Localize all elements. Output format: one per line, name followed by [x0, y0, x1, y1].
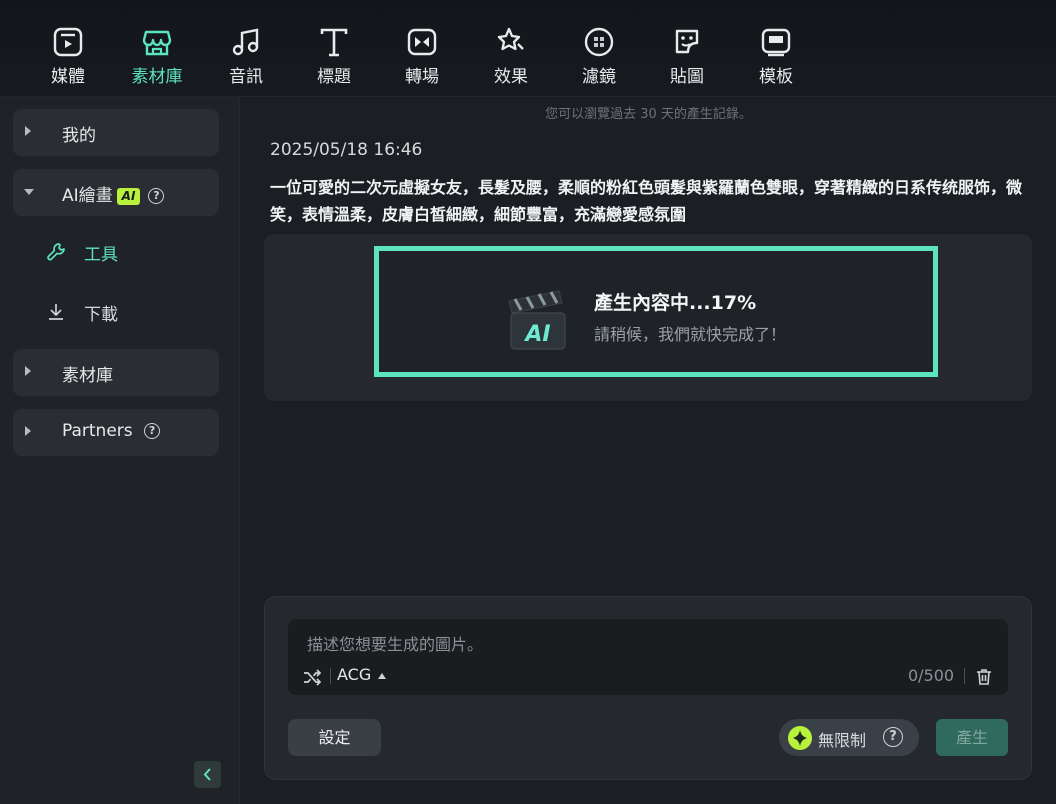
sidebar-item-label: 工具	[84, 244, 118, 265]
separator	[330, 668, 331, 684]
media-icon	[53, 27, 83, 57]
generation-prompt: 一位可愛的二次元虛擬女友，長髮及腰，柔順的粉紅色頭髮與紫羅蘭色雙眼，穿著精緻的日…	[270, 178, 1023, 224]
tab-store-label: 素材庫	[131, 67, 183, 87]
download-icon	[49, 304, 63, 320]
sidebar-item-label: AI繪畫	[62, 186, 113, 206]
trash-icon[interactable]	[974, 667, 994, 687]
sticker-icon	[675, 29, 699, 54]
prompt-placeholder: 描述您想要生成的圖片。	[307, 635, 484, 654]
sidebar-item-ai-paint[interactable]: AI繪畫 AI?	[13, 169, 219, 216]
tab-filter-label: 濾鏡	[582, 67, 616, 87]
music-icon	[232, 28, 259, 56]
unlimited-label: 無限制	[818, 731, 867, 750]
sidebar-item-tools[interactable]: 工具	[46, 237, 118, 267]
sidebar: 我的 AI繪畫 AI? 工具 下載 素材庫 Partners ?	[0, 97, 240, 804]
wrench-icon	[47, 243, 65, 261]
effects-icon	[497, 27, 524, 51]
prompt-input-panel: 描述您想要生成的圖片。 ACG 0/500 設定 無限制 ? 產生	[264, 596, 1032, 780]
top-toolbar: 媒體 素材庫 音訊 標題 轉場 效果 濾鏡 貼圖 模板	[0, 0, 1056, 97]
sidebar-item-label: 素材庫	[62, 366, 113, 386]
collapse-sidebar-button[interactable]	[194, 761, 221, 788]
help-icon[interactable]: ?	[883, 727, 903, 747]
caret-down-icon	[24, 189, 34, 195]
clapper-ai-text: AI	[523, 322, 550, 347]
tab-template[interactable]: 模板	[736, 26, 816, 90]
sidebar-item-download[interactable]: 下載	[46, 297, 118, 327]
unlimited-button[interactable]: 無限制 ?	[779, 719, 919, 756]
caret-right-icon	[25, 366, 31, 376]
progress-subtitle: 請稍候，我們就快完成了！	[594, 325, 787, 344]
generate-button[interactable]: 產生	[936, 719, 1008, 756]
tab-sticker[interactable]: 貼圖	[647, 26, 727, 90]
style-dropdown[interactable]: ACG	[337, 665, 387, 684]
chevron-left-icon	[203, 768, 211, 781]
help-icon[interactable]: ?	[148, 188, 165, 204]
help-icon[interactable]: ?	[144, 423, 161, 439]
tab-effects[interactable]: 效果	[471, 26, 551, 90]
generation-progress-box: AI 產生內容中...17% 請稍候，我們就快完成了！	[374, 246, 938, 377]
sidebar-item-label: 我的	[62, 126, 96, 146]
title-icon	[320, 28, 348, 57]
main-content: 您可以瀏覽過去 30 天的產生記錄。 2025/05/18 16:46 一位可愛…	[241, 97, 1056, 804]
sidebar-item-label: 下載	[84, 304, 118, 325]
tab-media[interactable]: 媒體	[28, 26, 108, 90]
tab-title-label: 標題	[317, 67, 351, 87]
tab-audio[interactable]: 音訊	[206, 26, 286, 90]
style-value: ACG	[337, 665, 372, 684]
character-counter: 0/500	[908, 666, 955, 685]
sidebar-item-label: Partners	[62, 421, 133, 441]
sidebar-item-partners[interactable]: Partners ?	[13, 409, 219, 456]
caret-right-icon	[25, 426, 31, 436]
generation-timestamp: 2025/05/18 16:46	[270, 140, 423, 160]
shuffle-icon[interactable]	[302, 667, 322, 687]
tab-transition[interactable]: 轉場	[382, 26, 462, 90]
tab-filter[interactable]: 濾鏡	[559, 26, 639, 90]
template-icon	[761, 28, 791, 57]
caret-up-icon	[378, 672, 387, 679]
ai-clapperboard-icon: AI	[508, 290, 566, 350]
sidebar-item-mine[interactable]: 我的	[13, 109, 219, 156]
separator	[964, 668, 965, 684]
caret-right-icon	[25, 126, 31, 136]
history-notice: 您可以瀏覽過去 30 天的產生記錄。	[545, 107, 752, 122]
settings-button[interactable]: 設定	[288, 719, 381, 756]
tab-store[interactable]: 素材庫	[117, 26, 197, 90]
ai-badge: AI	[116, 187, 141, 205]
sidebar-item-label-wrap: AI繪畫 AI?	[62, 181, 165, 206]
filter-icon	[584, 27, 614, 57]
store-icon	[142, 30, 172, 56]
tab-audio-label: 音訊	[229, 67, 263, 87]
transition-icon	[407, 28, 437, 56]
progress-title: 產生內容中...17%	[594, 292, 757, 314]
sidebar-item-label-wrap: Partners ?	[62, 421, 161, 441]
tab-media-label: 媒體	[51, 67, 85, 87]
sparkle-icon	[788, 726, 812, 750]
tab-title[interactable]: 標題	[294, 26, 374, 90]
generation-card: AI 產生內容中...17% 請稍候，我們就快完成了！	[264, 234, 1032, 401]
tab-transition-label: 轉場	[405, 67, 439, 87]
tab-sticker-label: 貼圖	[670, 67, 704, 87]
sidebar-item-library[interactable]: 素材庫	[13, 349, 219, 396]
prompt-textarea[interactable]: 描述您想要生成的圖片。 ACG 0/500	[288, 619, 1008, 695]
tab-effects-label: 效果	[494, 67, 528, 87]
tab-template-label: 模板	[759, 67, 793, 87]
